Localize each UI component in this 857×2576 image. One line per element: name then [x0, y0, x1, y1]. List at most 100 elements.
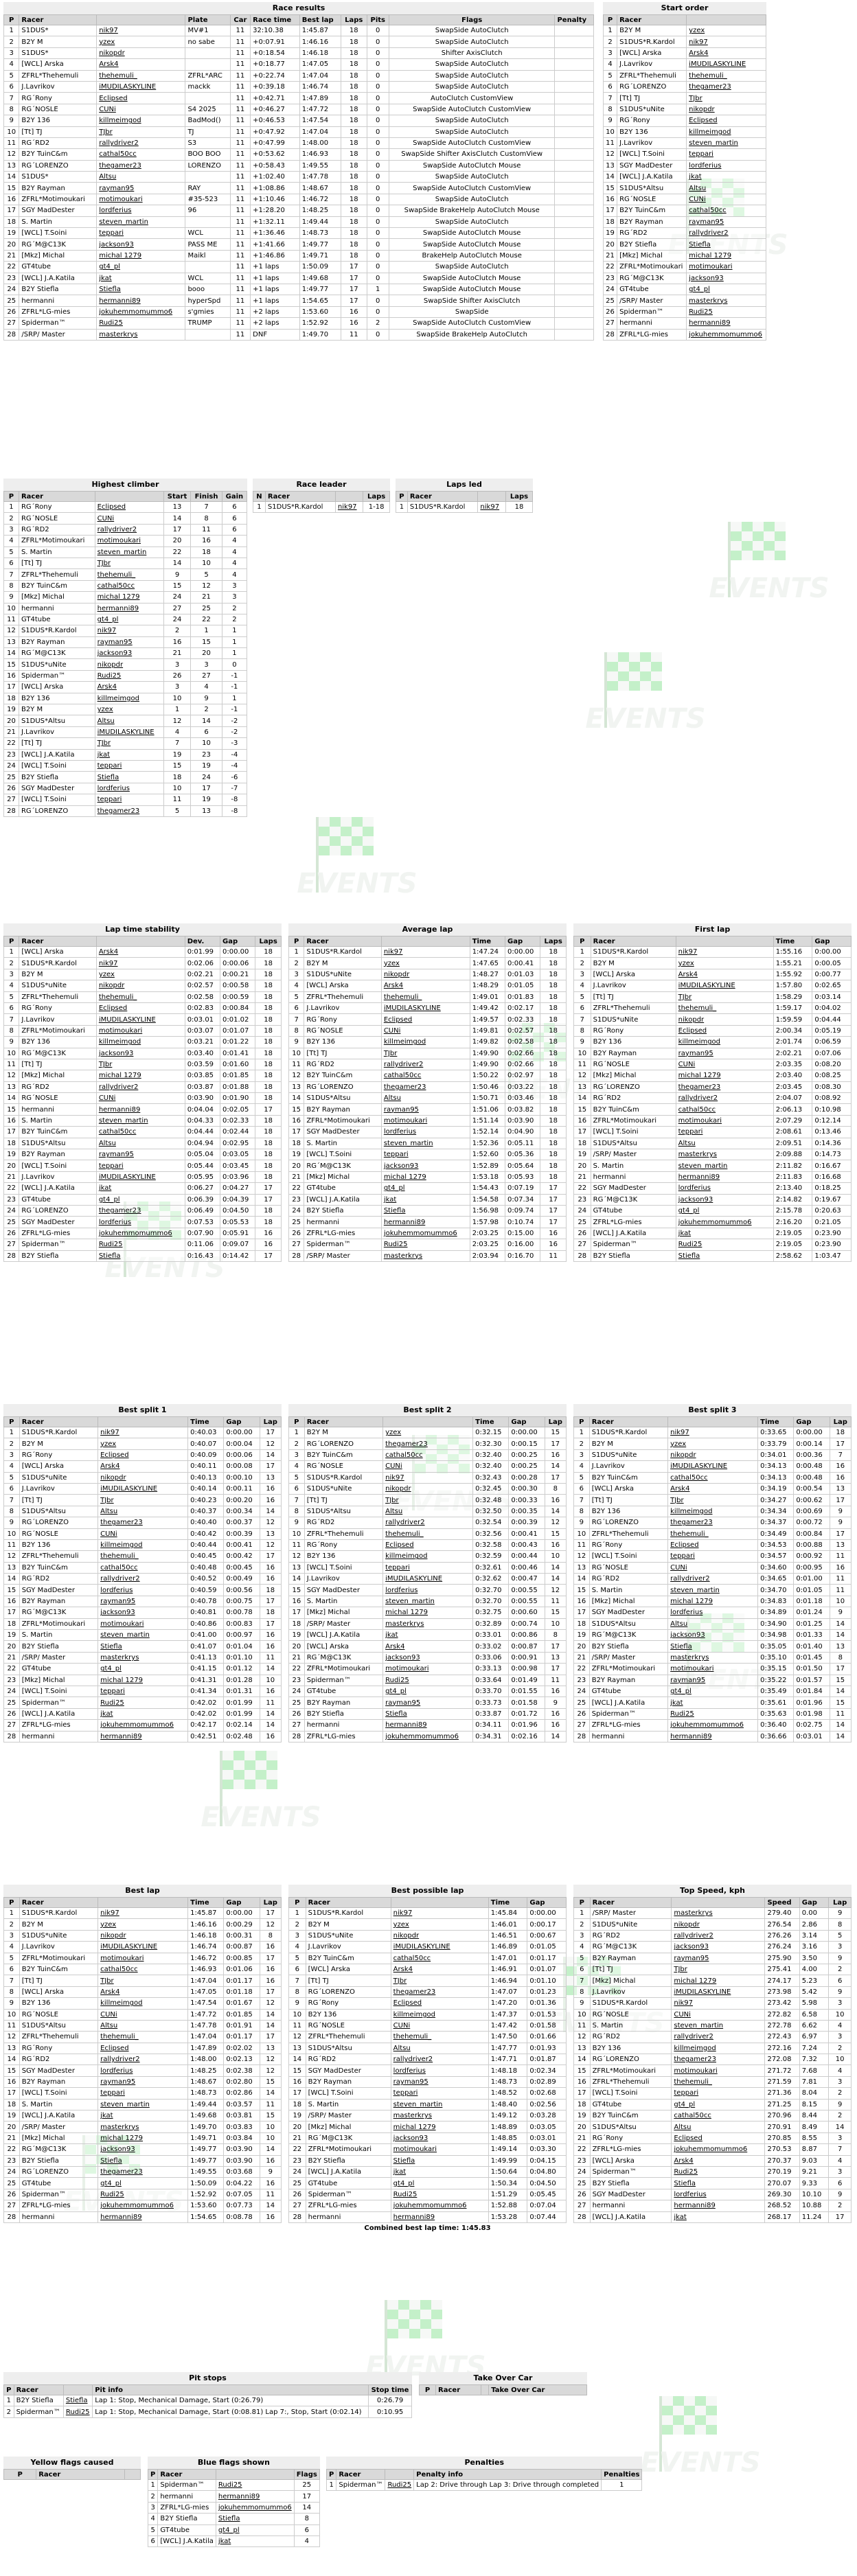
racer-username-link[interactable]: Eclipsed [393, 1999, 422, 2007]
racer-username-link[interactable]: michal 1279 [100, 1677, 143, 1684]
column-header[interactable]: Gap [223, 1897, 260, 1908]
column-header[interactable]: Lap [828, 1897, 852, 1908]
racer-username-link[interactable]: jokuhemmomummo6 [385, 1733, 459, 1740]
racer-username-link[interactable]: thegamer23 [100, 2168, 143, 2176]
racer-username-link[interactable]: jkat [393, 2168, 406, 2176]
racer-username-link[interactable]: hermanni89 [98, 605, 139, 612]
racer-username-link[interactable]: yzex [670, 1440, 686, 1448]
racer-username-link[interactable]: lordferius [385, 1587, 418, 1594]
column-header[interactable] [675, 936, 774, 947]
column-header[interactable]: P [573, 1416, 590, 1427]
column-header[interactable]: Gap [220, 936, 256, 947]
column-header[interactable]: Racer [305, 1897, 391, 1908]
racer-username-link[interactable]: lordferius [678, 1184, 711, 1192]
column-header[interactable]: Start [163, 491, 192, 502]
racer-username-link[interactable]: rayman95 [384, 1106, 419, 1114]
racer-username-link[interactable]: masterkrys [99, 331, 137, 338]
column-header[interactable]: Dev. [184, 936, 221, 947]
racer-username-link[interactable]: TJbr [98, 739, 111, 747]
racer-username-link[interactable]: steven_martin [385, 1598, 435, 1605]
column-header[interactable] [382, 1416, 474, 1427]
racer-username-link[interactable]: motimoukari [100, 1620, 144, 1628]
column-header[interactable] [334, 491, 364, 502]
racer-username-link[interactable]: nikopdr [689, 106, 714, 113]
racer-username-link[interactable]: Rudi25 [670, 1710, 694, 1718]
column-header[interactable] [480, 2384, 490, 2395]
column-header[interactable]: Racer [19, 1897, 99, 1908]
racer-username-link[interactable]: gt4_pl [218, 2527, 240, 2534]
column-header[interactable]: Gap [223, 1416, 260, 1427]
racer-username-link[interactable]: masterkrys [385, 1620, 424, 1628]
racer-username-link[interactable]: Rudi25 [99, 1241, 123, 1248]
racer-username-link[interactable]: hermanni89 [674, 2202, 715, 2209]
racer-username-link[interactable]: lordferius [99, 207, 131, 214]
racer-username-link[interactable]: jackson93 [384, 1162, 419, 1170]
column-header[interactable]: Flags [388, 14, 556, 25]
column-header[interactable]: N [253, 491, 266, 502]
racer-username-link[interactable]: steven_martin [674, 2022, 723, 2029]
racer-username-link[interactable]: lordferius [689, 162, 721, 170]
racer-username-link[interactable]: thegamer23 [670, 1519, 713, 1526]
racer-username-link[interactable]: TJbr [678, 993, 692, 1001]
racer-username-link[interactable]: jokuhemmomummo6 [218, 2504, 292, 2511]
racer-username-link[interactable]: CUNi [678, 1061, 696, 1068]
racer-username-link[interactable]: jokuhemmomummo6 [99, 308, 172, 316]
racer-username-link[interactable]: steven_martin [678, 1162, 728, 1170]
racer-username-link[interactable]: teppari [678, 1128, 703, 1136]
racer-username-link[interactable]: Rudi25 [218, 2481, 242, 2489]
racer-username-link[interactable]: jokuhemmomummo6 [100, 1721, 174, 1729]
racer-username-link[interactable]: jokuhemmomummo6 [689, 331, 762, 338]
racer-username-link[interactable]: michal 1279 [689, 252, 731, 260]
racer-username-link[interactable]: jackson93 [670, 1631, 705, 1639]
racer-username-link[interactable]: jokuhemmomummo6 [100, 2202, 174, 2209]
racer-username-link[interactable]: motimoukari [385, 1665, 428, 1672]
racer-username-link[interactable]: steven_martin [393, 2101, 443, 2108]
racer-username-link[interactable]: yzex [100, 1440, 116, 1448]
racer-username-link[interactable]: jackson93 [393, 2135, 428, 2142]
racer-username-link[interactable]: cathal50cc [393, 1955, 431, 1962]
column-header[interactable]: Lap [829, 1416, 852, 1427]
racer-username-link[interactable]: rayman95 [100, 2078, 135, 2086]
racer-username-link[interactable]: nik97 [480, 503, 499, 511]
column-header[interactable]: Racer [435, 2384, 481, 2395]
racer-username-link[interactable]: Stiefla [678, 1252, 700, 1260]
column-header[interactable]: P [147, 2469, 159, 2480]
racer-username-link[interactable]: killmeimgod [384, 1038, 426, 1046]
racer-username-link[interactable]: yzex [393, 1921, 409, 1929]
column-header[interactable]: Laps [505, 491, 533, 502]
racer-username-link[interactable]: michal 1279 [384, 1173, 426, 1181]
racer-username-link[interactable]: gt4_pl [100, 1665, 122, 1672]
racer-username-link[interactable]: Arsk4 [670, 1485, 689, 1493]
racer-username-link[interactable]: michal 1279 [99, 252, 141, 260]
column-header[interactable]: Penalties [601, 2469, 643, 2480]
racer-username-link[interactable]: jkat [384, 1196, 396, 1204]
column-header[interactable]: P [3, 14, 20, 25]
racer-username-link[interactable]: motimoukari [678, 1117, 722, 1125]
racer-username-link[interactable]: michal 1279 [385, 1609, 428, 1616]
racer-username-link[interactable]: masterkrys [670, 1654, 709, 1661]
racer-username-link[interactable]: Eclipsed [100, 1451, 128, 1459]
column-header[interactable]: Speed [764, 1897, 800, 1908]
racer-username-link[interactable]: Eclipsed [385, 1541, 413, 1549]
racer-username-link[interactable]: Stiefla [674, 2180, 696, 2187]
column-header[interactable] [380, 936, 470, 947]
racer-username-link[interactable]: Stiefla [66, 2397, 88, 2404]
racer-username-link[interactable]: thehemuli_ [670, 1530, 709, 1538]
racer-username-link[interactable]: steven_martin [100, 2101, 150, 2108]
racer-username-link[interactable]: killmeimgod [99, 1038, 141, 1046]
column-header[interactable]: Racer [19, 1416, 99, 1427]
racer-username-link[interactable]: jokuhemmomummo6 [99, 1230, 172, 1237]
racer-username-link[interactable]: masterkrys [689, 297, 727, 305]
racer-username-link[interactable]: teppari [674, 2089, 698, 2097]
racer-username-link[interactable]: thegamer23 [689, 83, 731, 91]
racer-username-link[interactable]: Rudi25 [99, 319, 123, 327]
racer-username-link[interactable]: michal 1279 [674, 1977, 716, 1985]
racer-username-link[interactable]: lordferius [384, 1128, 416, 1136]
racer-username-link[interactable]: teppari [100, 1688, 125, 1695]
racer-username-link[interactable]: jokuhemmomummo6 [670, 1721, 744, 1729]
racer-username-link[interactable]: teppari [384, 1151, 409, 1158]
racer-username-link[interactable]: michal 1279 [100, 2135, 143, 2142]
racer-username-link[interactable]: rayman95 [99, 185, 134, 192]
column-header[interactable]: Gap [505, 936, 541, 947]
column-header[interactable]: Gap [793, 1416, 830, 1427]
